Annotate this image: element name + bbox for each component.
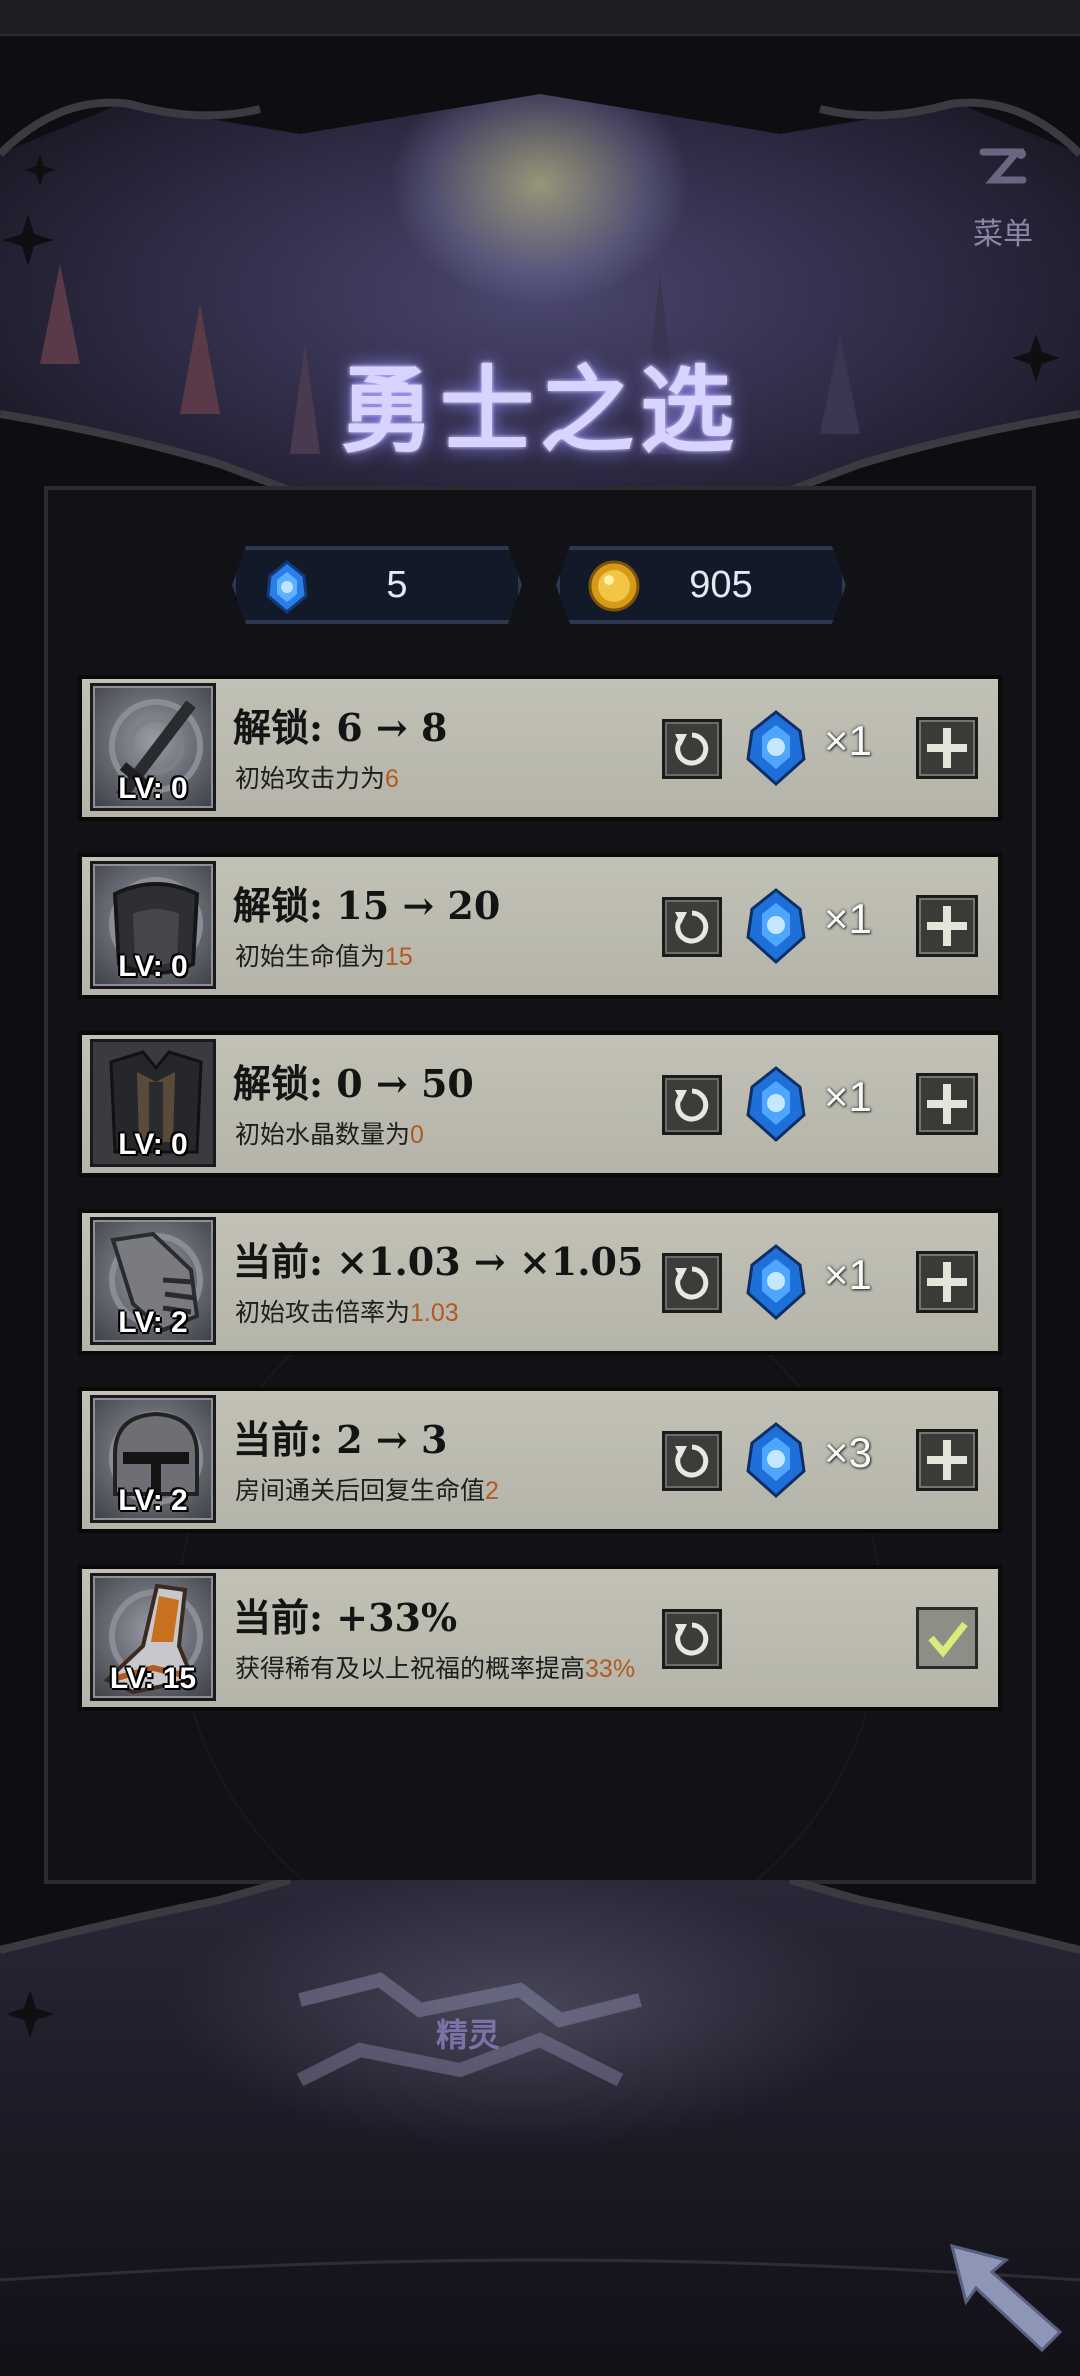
- upgrade-row-health: LV: 0 解锁: 15 → 20 初始生命值为15 ×1: [78, 853, 1002, 999]
- upgrade-thumb: LV: 2: [90, 1217, 216, 1345]
- reset-icon: [675, 1444, 709, 1478]
- level-label: LV: 0: [118, 772, 188, 805]
- crystal-cost: ×1: [824, 1073, 872, 1120]
- level-label: LV: 2: [118, 1306, 188, 1339]
- back-button[interactable]: [946, 2236, 1066, 2356]
- upgrade-row-attack: LV: 0 解锁: 6 → 8 初始攻击力为6 ×1: [78, 675, 1002, 821]
- upgrade-row-multiplier: LV: 2 当前: ×1.03 → ×1.05 初始攻击倍率为1.03 ×1: [78, 1209, 1002, 1355]
- upgrade-title: 解锁: 6 → 8: [233, 705, 448, 750]
- upgrade-row-regen: LV: 2 当前: 2 → 3 房间通关后回复生命值2 ×3: [78, 1387, 1002, 1533]
- reset-icon: [675, 1622, 709, 1656]
- upgrade-description: 初始攻击倍率为1.03: [235, 1299, 459, 1327]
- reset-button[interactable]: [662, 897, 722, 957]
- checkmark-icon: [928, 1621, 968, 1658]
- reset-button[interactable]: [662, 1431, 722, 1491]
- crystal-cost: ×3: [824, 1429, 872, 1476]
- reset-button[interactable]: [662, 1075, 722, 1135]
- level-label: LV: 0: [118, 1128, 188, 1161]
- reset-icon: [675, 1088, 709, 1122]
- crystal-cost-icon: [746, 710, 806, 787]
- plus-icon: [927, 728, 967, 768]
- upgrade-plus-button[interactable]: [916, 717, 978, 779]
- upgrade-title: 当前: ×1.03 → ×1.05: [233, 1239, 644, 1284]
- upgrade-title: 当前: 2 → 3: [233, 1417, 448, 1462]
- crystal-cost: ×1: [824, 717, 872, 764]
- upgrade-description: 初始攻击力为6: [235, 765, 399, 793]
- upgrade-plus-button[interactable]: [916, 895, 978, 957]
- upgrade-title: 解锁: 0 → 50: [233, 1061, 474, 1106]
- upgrade-plus-button[interactable]: [916, 1073, 978, 1135]
- upgrade-description: 房间通关后回复生命值2: [235, 1477, 499, 1505]
- upgrade-thumb: LV: 0: [90, 1039, 216, 1167]
- reset-icon: [675, 732, 709, 766]
- upgrade-row-crystal: LV: 0 解锁: 0 → 50 初始水晶数量为0 ×1: [78, 1031, 1002, 1177]
- level-label: LV: 0: [118, 950, 188, 983]
- plus-icon: [927, 1084, 967, 1124]
- crystal-cost-icon: [746, 1066, 806, 1143]
- level-label: LV: 2: [118, 1484, 188, 1517]
- reset-icon: [675, 1266, 709, 1300]
- spirit-label: 精灵: [435, 2016, 500, 2054]
- plus-icon: [927, 1440, 967, 1480]
- level-label: LV: 15: [109, 1662, 197, 1695]
- upgrade-thumb: LV: 2: [90, 1395, 216, 1523]
- footer-scene: [0, 1880, 1080, 2376]
- top-status-strip: [0, 0, 1080, 36]
- back-arrow-icon: [949, 2243, 1063, 2353]
- upgrade-thumb: LV: 0: [90, 861, 216, 989]
- upgrade-thumb: LV: 0: [90, 683, 216, 811]
- reset-button[interactable]: [662, 1253, 722, 1313]
- reset-icon: [675, 910, 709, 944]
- upgrade-title: 解锁: 15 → 20: [233, 883, 501, 928]
- upgrade-title: 当前: +33%: [233, 1595, 458, 1640]
- upgrade-description: 初始生命值为15: [235, 943, 413, 971]
- crystal-cost-icon: [746, 888, 806, 965]
- upgrade-description: 初始水晶数量为0: [235, 1121, 424, 1149]
- maxed-check-button[interactable]: [916, 1607, 978, 1669]
- plus-icon: [927, 1262, 967, 1302]
- crystal-counter: 5: [232, 546, 522, 624]
- crystal-cost: ×1: [824, 1251, 872, 1298]
- gold-coin-icon: [588, 560, 640, 612]
- reset-button[interactable]: [662, 719, 722, 779]
- crystal-cost-icon: [746, 1244, 806, 1321]
- page-title: 勇士之选: [339, 356, 740, 466]
- menu-button[interactable]: 菜单: [958, 140, 1048, 260]
- upgrade-row-blessing: LV: 15 当前: +33% 获得稀有及以上祝福的概率提高33%: [78, 1565, 1002, 1711]
- upgrade-thumb: LV: 15: [90, 1573, 216, 1701]
- crystal-cost-icon: [746, 1422, 806, 1499]
- crystal-icon: [264, 560, 310, 614]
- gold-counter: 905: [556, 546, 846, 624]
- upgrade-plus-button[interactable]: [916, 1251, 978, 1313]
- reset-button[interactable]: [662, 1609, 722, 1669]
- upgrade-plus-button[interactable]: [916, 1429, 978, 1491]
- plus-icon: [927, 906, 967, 946]
- menu-icon: [979, 148, 1027, 184]
- menu-label: 菜单: [973, 217, 1033, 252]
- crystal-cost: ×1: [824, 895, 872, 942]
- upgrade-description: 获得稀有及以上祝福的概率提高33%: [235, 1655, 636, 1683]
